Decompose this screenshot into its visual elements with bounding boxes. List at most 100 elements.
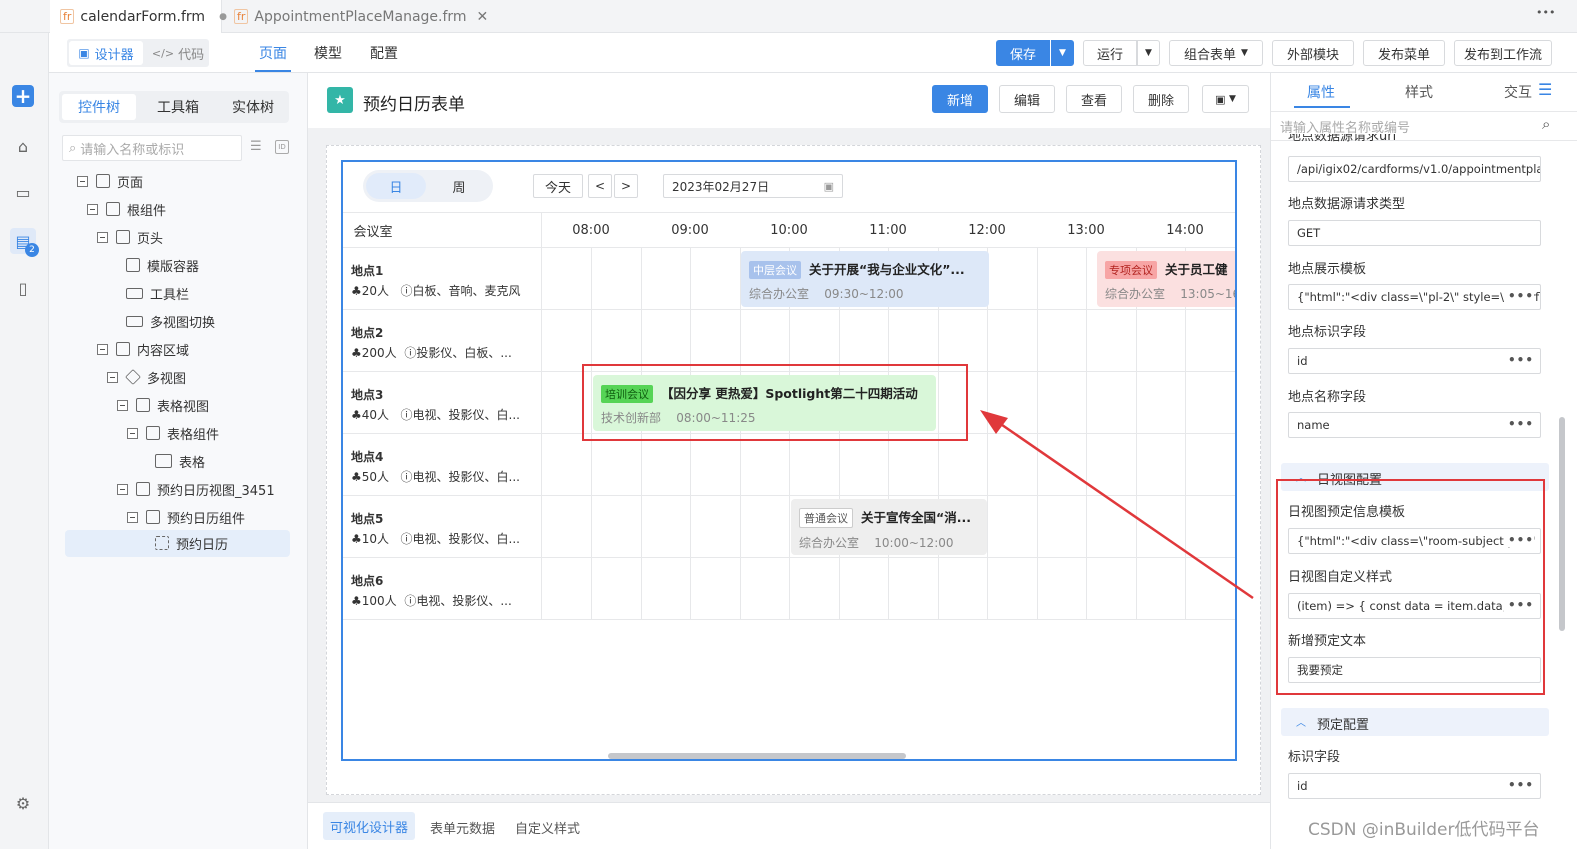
file-tab-appointment-place[interactable]: fr AppointmentPlaceManage.frm ✕ (226, 0, 488, 33)
booking-event[interactable]: 中层会议 关于开展“我与企业文化”... 综合办公室 09:30~12:00 (741, 251, 989, 307)
collapse-icon[interactable] (127, 427, 138, 439)
date-picker[interactable]: 2023年02月27日 ▣ (663, 174, 843, 198)
tab-model[interactable]: 模型 (314, 43, 342, 63)
booking-event[interactable]: 普通会议 关于宣传全国“消... 综合办公室 10:00~12:00 (791, 499, 987, 555)
run-button[interactable]: 运行 (1083, 40, 1137, 66)
info-icon: ⓘ (404, 346, 417, 360)
tab-toolbox[interactable]: 工具箱 (141, 94, 215, 120)
publish-workflow-button[interactable]: 发布到工作流 (1454, 40, 1552, 66)
event-department: 综合办公室 (799, 536, 860, 550)
tab-config[interactable]: 配置 (370, 43, 398, 63)
monitor-icon[interactable]: ▭ (12, 181, 34, 203)
save-dropdown-icon[interactable]: ▼ (1051, 40, 1074, 66)
event-time: 10:00~12:00 (874, 536, 954, 550)
gear-icon[interactable]: ⚙ (12, 792, 34, 814)
tree-node-header[interactable]: 页头 (97, 226, 163, 248)
tab-control-tree[interactable]: 控件树 (62, 94, 136, 120)
activity-rail: + ⌂ ▭ ▤ 2 ▯ ⚙ (0, 33, 49, 849)
tab-properties[interactable]: 属性 (1307, 82, 1335, 102)
prev-day-button[interactable]: < (588, 174, 612, 198)
menu-icon[interactable]: ☰ (1538, 80, 1552, 99)
place-request-type-field[interactable]: GET (1288, 220, 1541, 246)
designer-mode-button[interactable]: ▣ 设计器 (69, 41, 143, 65)
view-button[interactable]: 查看 (1066, 85, 1122, 113)
tree-node-calendar[interactable]: 预约日历 (155, 532, 228, 554)
external-module-button[interactable]: 外部模块 (1272, 40, 1354, 66)
tree-node-root-component[interactable]: 根组件 (87, 198, 166, 220)
place-name-field[interactable]: name ••• (1288, 412, 1541, 438)
property-label: 标识字段 (1288, 750, 1341, 765)
save-button[interactable]: 保存 (996, 40, 1050, 66)
tab-form-metadata[interactable]: 表单元数据 (430, 818, 495, 837)
tree-node-content-area[interactable]: 内容区域 (97, 338, 189, 360)
run-dropdown-icon[interactable]: ▼ (1137, 40, 1160, 66)
tree-node-table-component[interactable]: 表格组件 (127, 422, 219, 444)
tab-page[interactable]: 页面 (259, 43, 287, 63)
more-options-icon[interactable]: ••• (1503, 353, 1534, 367)
tree-node-table-view[interactable]: 表格视图 (117, 394, 209, 416)
room-row-3: 地点3 ♣40人 ⓘ电视、投影仪、白... (351, 386, 520, 423)
tab-interactions[interactable]: 交互 (1504, 82, 1532, 102)
tree-node-page[interactable]: 页面 (77, 170, 143, 192)
search-icon[interactable]: ⌕ (1542, 115, 1550, 133)
home-icon[interactable]: ⌂ (12, 135, 34, 157)
tree-node-table[interactable]: 表格 (155, 450, 205, 472)
collapse-icon[interactable] (97, 343, 108, 355)
more-menu-icon[interactable]: ••• (1536, 6, 1555, 19)
calendar-icon: ▣ (823, 179, 834, 193)
more-options-icon[interactable]: ••• (1503, 417, 1534, 431)
place-id-field[interactable]: id ••• (1288, 348, 1541, 374)
id-toggle-icon[interactable]: ID (275, 140, 289, 154)
more-options-icon[interactable]: ••• (1503, 778, 1534, 792)
collapse-icon[interactable] (77, 175, 88, 187)
tree-node-template-container[interactable]: 模版容器 (126, 254, 199, 276)
tree-node-calendar-component[interactable]: 预约日历组件 (127, 506, 245, 528)
control-tree-panel: 控件树 工具箱 实体树 ⌕ 请输入名称或标识 ☰ ID 页面 根组件 页头 模版… (49, 73, 308, 849)
view-switch-dropdown[interactable]: ▣ ▼ (1202, 85, 1249, 113)
tab-visual-designer[interactable]: 可视化设计器 (323, 812, 415, 840)
close-icon[interactable]: ✕ (477, 9, 489, 25)
week-view-button[interactable]: 周 (429, 173, 489, 199)
tree-node-multiview[interactable]: 多视图 (107, 366, 186, 388)
next-day-button[interactable]: > (614, 174, 638, 198)
add-button[interactable]: 新增 (932, 85, 988, 113)
code-mode-button[interactable]: </> 代码 (149, 41, 207, 65)
add-icon[interactable]: + (12, 84, 34, 108)
place-url-field[interactable]: /api/igix02/cardforms/v1.0/appointmentpl… (1288, 156, 1541, 182)
combo-form-button[interactable]: 组合表单 ▼ (1169, 40, 1263, 66)
meeting-type-tag: 专项会议 (1105, 261, 1157, 279)
tab-entity-tree[interactable]: 实体树 (216, 94, 290, 120)
section-title: 预定配置 (1317, 718, 1370, 733)
edit-button[interactable]: 编辑 (999, 85, 1055, 113)
collapse-icon[interactable] (107, 371, 118, 383)
tree-node-toolbar[interactable]: 工具栏 (126, 282, 189, 304)
booking-event[interactable]: 专项会议 关于员工健 综合办公室 13:05~16 (1097, 251, 1235, 307)
tree-search-input[interactable]: ⌕ 请输入名称或标识 (62, 135, 242, 161)
day-view-button[interactable]: 日 (366, 173, 426, 199)
horizontal-scrollbar[interactable] (608, 753, 906, 759)
tab-styles[interactable]: 样式 (1405, 82, 1433, 102)
collapse-icon[interactable] (87, 203, 98, 215)
more-options-icon[interactable]: ••• (1503, 289, 1534, 303)
file-tab-calendar-form[interactable]: fr calendarForm.frm ● (50, 0, 227, 33)
delete-button[interactable]: 删除 (1133, 85, 1189, 113)
tree-node-multiview-switch[interactable]: 多视图切换 (126, 310, 215, 332)
collapse-icon[interactable] (97, 231, 108, 243)
code-icon: </> (151, 46, 175, 60)
component-icon (146, 510, 160, 524)
place-template-field[interactable]: {"html":"<div class=\"pl-2\" style=\"ove… (1288, 284, 1541, 310)
event-department: 综合办公室 (1105, 287, 1166, 301)
property-label: 地点数据源请求url (1288, 134, 1397, 144)
collapse-icon[interactable] (117, 483, 128, 495)
search-placeholder: 请输入名称或标识 (80, 142, 185, 158)
today-button[interactable]: 今天 (533, 174, 583, 198)
collapse-all-icon[interactable]: ☰ (250, 139, 262, 154)
reserve-id-field[interactable]: id ••• (1288, 773, 1541, 799)
collapse-icon[interactable] (127, 511, 138, 523)
collapse-icon[interactable] (117, 399, 128, 411)
vertical-scrollbar[interactable] (1559, 417, 1565, 631)
tab-custom-style[interactable]: 自定义样式 (515, 818, 580, 837)
document-icon[interactable]: ▯ (12, 277, 34, 299)
publish-menu-button[interactable]: 发布菜单 (1363, 40, 1445, 66)
tree-node-calendar-view[interactable]: 预约日历视图_3451 (117, 478, 275, 500)
